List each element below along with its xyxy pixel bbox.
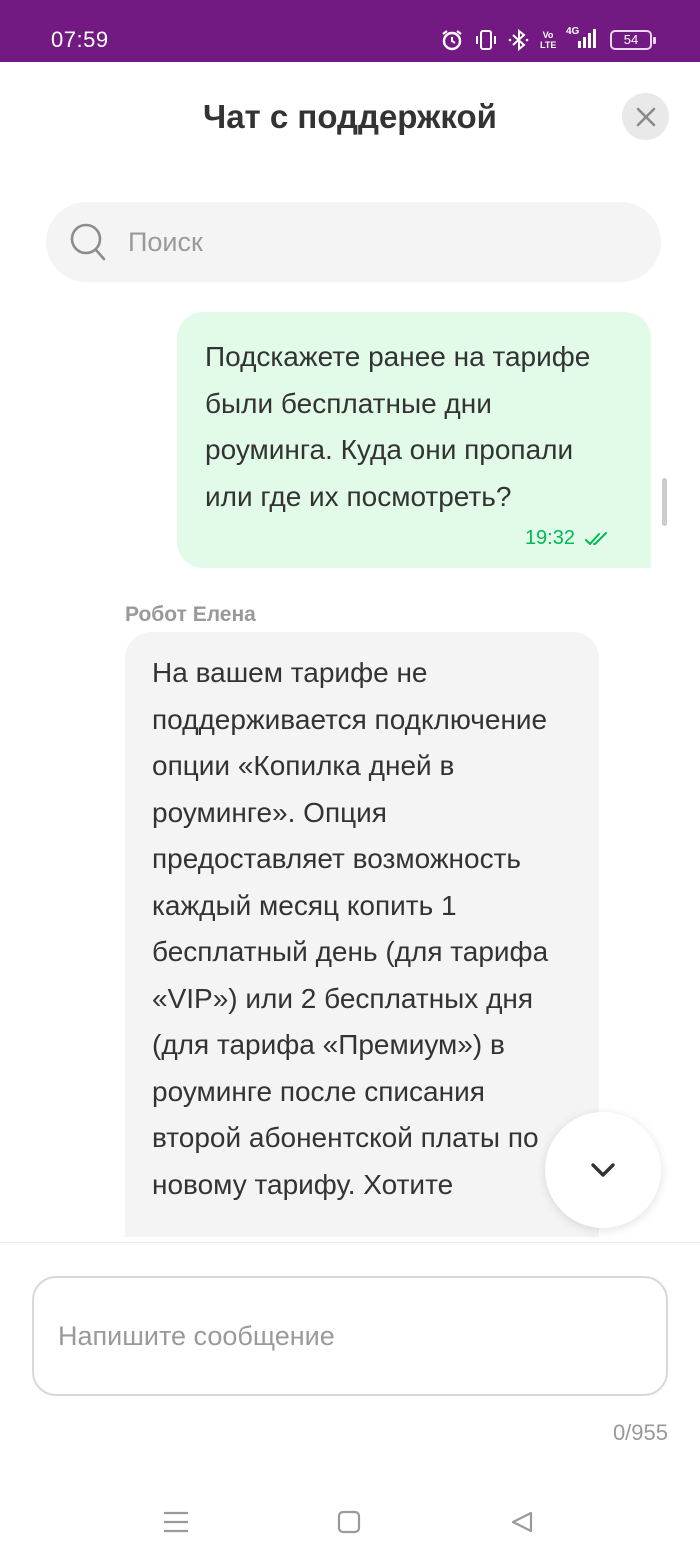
incoming-message: На вашем тарифе не поддерживается подклю… (125, 632, 599, 1237)
status-bar: 07:59 Vo LTE 4G 54 (0, 0, 700, 62)
sender-name: Робот Елена (125, 603, 256, 626)
char-counter: 0/955 (612, 1420, 668, 1445)
composer: 0/955 (0, 1242, 700, 1492)
signal-4g-icon: 4G (566, 27, 600, 53)
battery-icon: 54 (610, 30, 656, 50)
page-title: Чат с поддержкой (203, 98, 497, 135)
status-icons: Vo LTE 4G 54 (440, 26, 656, 54)
header: Чат с поддержкой (0, 62, 700, 180)
chevron-down-icon (591, 1163, 615, 1177)
chat-messages[interactable]: Подскажете ранее на тарифе были бесплатн… (0, 290, 700, 1237)
message-time: 19:32 (524, 527, 575, 549)
vibrate-icon (474, 27, 498, 53)
status-time: 07:59 (51, 27, 109, 52)
search-icon (70, 223, 106, 261)
search-bar[interactable] (46, 202, 661, 282)
bluetooth-icon (508, 27, 530, 53)
alarm-icon (440, 27, 464, 53)
scroll-down-button[interactable] (545, 1112, 661, 1228)
chat-scrollbar[interactable] (662, 478, 667, 526)
menu-button[interactable] (156, 1502, 196, 1542)
outgoing-message: Подскажете ранее на тарифе были бесплатн… (177, 312, 651, 568)
home-icon (337, 1510, 361, 1534)
double-check-icon (585, 531, 607, 545)
message-input[interactable] (32, 1276, 668, 1396)
close-button[interactable] (622, 93, 669, 140)
volte-icon: Vo LTE (540, 30, 557, 50)
system-navbar (0, 1480, 700, 1563)
back-icon (511, 1511, 533, 1533)
message-text: На вашем тарифе не поддерживается подклю… (152, 657, 549, 1200)
menu-icon (164, 1511, 188, 1533)
close-icon (636, 107, 655, 126)
back-button[interactable] (502, 1502, 542, 1542)
message-meta: 19:32 (525, 527, 609, 550)
search-input[interactable] (128, 226, 608, 258)
home-button[interactable] (329, 1502, 369, 1542)
message-text: Подскажете ранее на тарифе были бесплатн… (205, 341, 591, 512)
